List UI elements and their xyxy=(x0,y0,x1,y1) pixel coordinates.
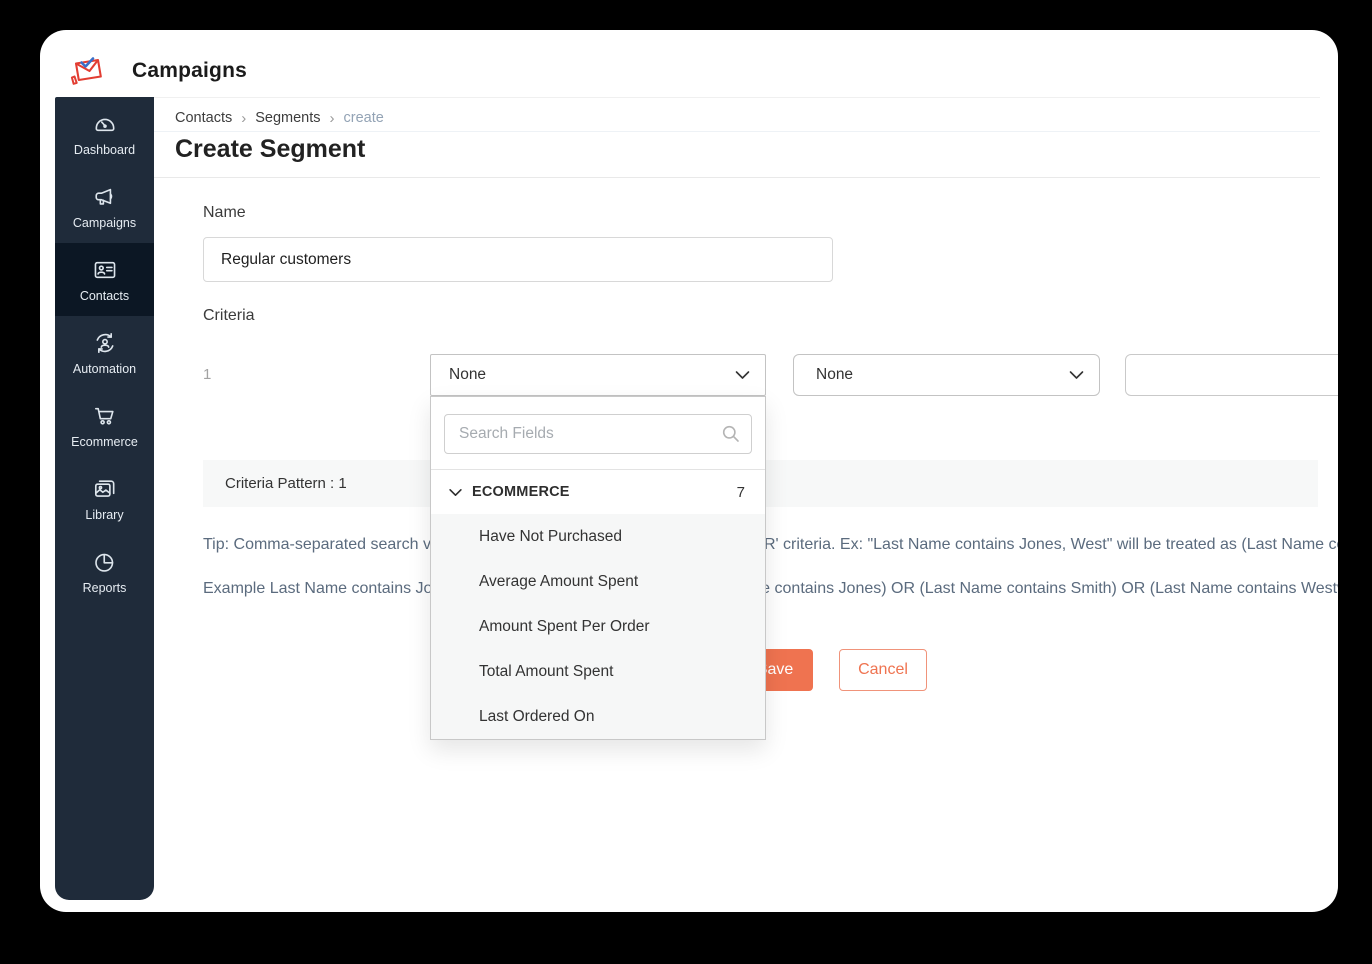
breadcrumb-separator-icon: › xyxy=(241,109,247,127)
sidebar-item-automation[interactable]: Automation xyxy=(55,316,154,389)
criteria-pattern-label: Criteria Pattern : 1 xyxy=(225,475,347,492)
sidebar-item-label: Contacts xyxy=(79,288,130,303)
sidebar-item-contacts[interactable]: Contacts xyxy=(55,243,154,316)
cancel-button[interactable]: Cancel xyxy=(839,649,927,691)
sidebar-item-label: Ecommerce xyxy=(71,434,138,449)
criteria-operator-select-value: None xyxy=(816,366,854,383)
field-dropdown-panel: ECOMMERCE 7 Have Not Purchased Average A… xyxy=(430,396,766,740)
breadcrumb-segments[interactable]: Segments xyxy=(255,110,320,126)
sidebar-item-label: Automation xyxy=(72,361,137,376)
sidebar: Dashboard Campaigns Contacts Automation … xyxy=(55,97,154,900)
breadcrumb: Contacts › Segments › create xyxy=(175,107,384,129)
app-title: Campaigns xyxy=(132,59,247,82)
tip-text-line2: Example Last Name contains Jones, Smith,… xyxy=(203,580,1338,597)
criteria-operator-select[interactable]: None xyxy=(793,354,1100,396)
chevron-down-icon xyxy=(1069,371,1084,379)
contact-card-icon xyxy=(94,261,115,278)
sidebar-item-label: Reports xyxy=(82,580,127,595)
sidebar-item-label: Campaigns xyxy=(72,215,137,230)
tip-text-line1: Tip: Comma-separated search values enter… xyxy=(203,536,1338,553)
sidebar-item-dashboard[interactable]: Dashboard xyxy=(55,97,154,170)
dashboard-gauge-icon xyxy=(95,118,114,131)
dropdown-group-label: ECOMMERCE xyxy=(472,484,570,500)
pie-chart-icon xyxy=(94,553,113,572)
dropdown-group-count: 7 xyxy=(736,483,745,501)
dropdown-item-average-amount-spent[interactable]: Average Amount Spent xyxy=(431,559,765,604)
segment-name-input[interactable] xyxy=(203,237,833,282)
chevron-down-icon xyxy=(449,488,462,496)
megaphone-icon xyxy=(94,188,112,205)
sidebar-item-label: Dashboard xyxy=(73,142,136,157)
page-title: Create Segment xyxy=(175,135,366,163)
sidebar-item-reports[interactable]: Reports xyxy=(55,535,154,608)
app-window: Campaigns Dashboard Campaigns Contacts A… xyxy=(40,30,1338,912)
sidebar-item-label: Library xyxy=(85,507,124,522)
breadcrumb-create: create xyxy=(343,110,384,126)
header-divider xyxy=(154,97,1320,98)
automation-sync-person-icon xyxy=(95,332,114,353)
dropdown-item-list: Have Not Purchased Average Amount Spent … xyxy=(431,514,765,739)
dropdown-item-have-not-purchased[interactable]: Have Not Purchased xyxy=(431,514,765,559)
breadcrumb-separator-icon: › xyxy=(329,109,335,127)
criteria-field-select[interactable]: None xyxy=(430,354,766,396)
dropdown-group-header[interactable]: ECOMMERCE 7 xyxy=(431,470,765,514)
screenshot-root: { "window": { "app_title": "Campaigns" }… xyxy=(0,0,1372,964)
sidebar-item-ecommerce[interactable]: Ecommerce xyxy=(55,389,154,462)
dropdown-item-last-ordered-on[interactable]: Last Ordered On xyxy=(431,694,765,739)
name-label: Name xyxy=(203,204,246,221)
criteria-row-number: 1 xyxy=(203,366,212,383)
dropdown-item-amount-spent-per-order[interactable]: Amount Spent Per Order xyxy=(431,604,765,649)
dropdown-item-total-amount-spent[interactable]: Total Amount Spent xyxy=(431,649,765,694)
breadcrumb-contacts[interactable]: Contacts xyxy=(175,110,232,126)
criteria-field-select-value: None xyxy=(449,366,487,383)
chevron-down-icon xyxy=(735,371,750,379)
sidebar-item-campaigns[interactable]: Campaigns xyxy=(55,170,154,243)
title-divider xyxy=(154,177,1320,178)
criteria-label: Criteria xyxy=(203,307,255,324)
breadcrumb-divider xyxy=(154,131,1320,132)
field-search-container xyxy=(444,414,752,454)
search-icon xyxy=(722,425,739,442)
sidebar-item-library[interactable]: Library xyxy=(55,462,154,535)
photo-library-icon xyxy=(94,479,114,497)
shopping-cart-icon xyxy=(94,407,114,425)
field-search-input[interactable] xyxy=(444,414,752,454)
campaigns-logo-icon xyxy=(70,57,102,85)
criteria-value-input[interactable] xyxy=(1125,354,1338,396)
